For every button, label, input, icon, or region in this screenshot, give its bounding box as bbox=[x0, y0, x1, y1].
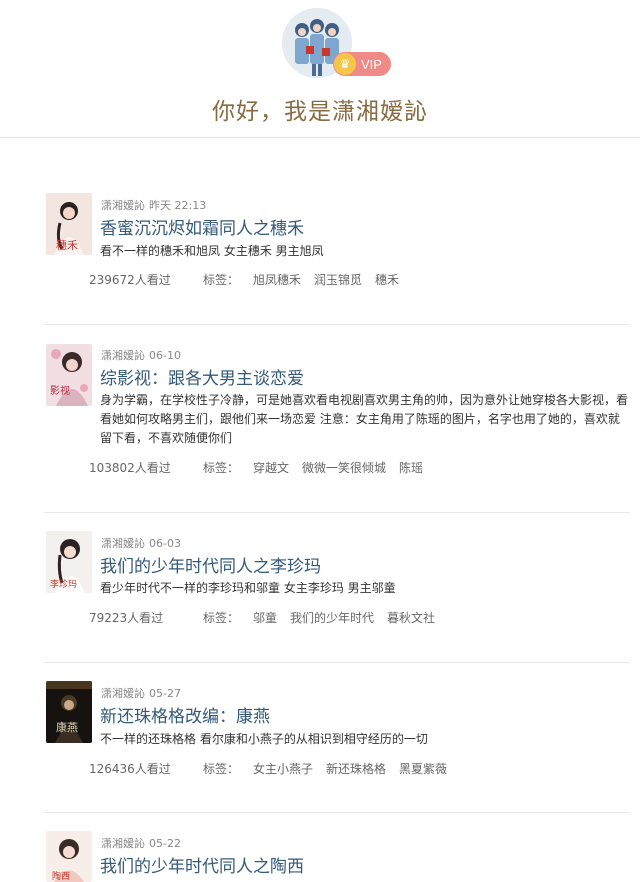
author-name[interactable]: 潇湘嫒訫 bbox=[101, 837, 145, 850]
tag[interactable]: 穿越文 bbox=[253, 459, 289, 476]
post-cover[interactable]: 影视 bbox=[46, 344, 92, 406]
tags-label: 标签： bbox=[203, 273, 240, 287]
tags-label: 标签： bbox=[203, 461, 240, 475]
post-meta: 潇湘嫒訫 06-03 bbox=[101, 535, 181, 551]
post-title[interactable]: 我们的少年时代同人之李珍玛 bbox=[100, 552, 321, 577]
author-name[interactable]: 潇湘嫒訫 bbox=[101, 349, 145, 362]
post-time: 05-27 bbox=[149, 687, 181, 700]
cover-title: 穗禾 bbox=[56, 239, 78, 252]
post-time: 05-22 bbox=[149, 837, 181, 850]
author-name[interactable]: 潇湘嫒訫 bbox=[101, 687, 145, 700]
cover-title: 李珍玛 bbox=[50, 578, 77, 590]
tag[interactable]: 微微一笑很倾城 bbox=[302, 459, 386, 476]
post-cover[interactable]: 穗禾 bbox=[46, 193, 92, 255]
view-count: 126436人看过 bbox=[89, 762, 171, 776]
post-meta: 潇湘嫒訫 05-27 bbox=[101, 685, 181, 701]
tag[interactable]: 旭凤穗禾 bbox=[253, 271, 301, 288]
tag[interactable]: 暮秋文社 bbox=[387, 609, 435, 626]
tag[interactable]: 黑夏紫薇 bbox=[399, 760, 447, 777]
vip-label: VIP bbox=[361, 56, 382, 72]
post-item[interactable]: 康燕 潇湘嫒訫 05-27 新还珠格格改编：康燕 不一样的还珠格格 看尔康和小燕子… bbox=[0, 663, 640, 813]
crown-icon: ♛ bbox=[334, 53, 356, 75]
profile-header: ♛ VIP 你好，我是潇湘嫒訫 bbox=[0, 0, 640, 138]
tags-label: 标签： bbox=[203, 611, 240, 625]
post-cover[interactable]: 康燕 bbox=[46, 681, 92, 743]
post-meta: 潇湘嫒訫 06-10 bbox=[101, 347, 181, 363]
post-title[interactable]: 我们的少年时代同人之陶西 bbox=[100, 852, 304, 877]
view-count: 79223人看过 bbox=[89, 611, 164, 625]
cover-title: 陶西 bbox=[52, 870, 70, 882]
post-item[interactable]: 陶西 潇湘嫒訫 05-22 我们的少年时代同人之陶西 bbox=[0, 813, 640, 882]
greeting-title: 你好，我是潇湘嫒訫 bbox=[212, 99, 428, 125]
tag[interactable]: 润玉锦觅 bbox=[314, 271, 362, 288]
vip-badge: ♛ VIP bbox=[333, 52, 391, 76]
post-description: 看少年时代不一样的李珍玛和邬童 女主李珍玛 男主邬童 bbox=[100, 581, 396, 595]
post-stats: 239672人看过 标签： 旭凤穗禾 润玉锦觅 穗禾 bbox=[89, 271, 412, 288]
cover-title: 康燕 bbox=[56, 720, 78, 734]
author-name[interactable]: 潇湘嫒訫 bbox=[101, 199, 145, 212]
post-description: 不一样的还珠格格 看尔康和小燕子的从相识到相守经历的一切 bbox=[100, 732, 428, 746]
tag[interactable]: 陈瑶 bbox=[399, 459, 423, 476]
tag[interactable]: 穗禾 bbox=[375, 271, 399, 288]
post-stats: 103802人看过 标签： 穿越文 微微一笑很倾城 陈瑶 bbox=[89, 459, 436, 476]
cover-title: 影视 bbox=[50, 384, 70, 397]
post-title[interactable]: 香蜜沉沉烬如霜同人之穗禾 bbox=[100, 214, 304, 239]
post-time: 昨天 22:13 bbox=[149, 199, 207, 212]
post-title[interactable]: 新还珠格格改编：康燕 bbox=[100, 702, 270, 727]
post-description: 看不一样的穗禾和旭凤 女主穗禾 男主旭凤 bbox=[100, 244, 324, 258]
view-count: 103802人看过 bbox=[89, 461, 171, 475]
tag[interactable]: 新还珠格格 bbox=[326, 760, 386, 777]
post-item[interactable]: 影视 潇湘嫒訫 06-10 综影视：跟各大男主谈恋爱 身为学霸，在学校性子冷静，可… bbox=[0, 325, 640, 513]
tag[interactable]: 邬童 bbox=[253, 609, 277, 626]
post-cover[interactable]: 李珍玛 bbox=[46, 531, 92, 593]
post-time: 06-10 bbox=[149, 349, 181, 362]
post-stats: 79223人看过 标签： 邬童 我们的少年时代 暮秋文社 bbox=[89, 609, 448, 626]
post-description: 身为学霸，在学校性子冷静，可是她喜欢看电视剧喜欢男主角的帅，因为意外让她穿梭各大… bbox=[100, 393, 629, 445]
post-item[interactable]: 穗禾 潇湘嫒訫 昨天 22:13 香蜜沉沉烬如霜同人之穗禾 看不一样的穗禾和旭凤 … bbox=[0, 138, 640, 325]
post-item[interactable]: 李珍玛 潇湘嫒訫 06-03 我们的少年时代同人之李珍玛 看少年时代不一样的李珍玛… bbox=[0, 513, 640, 663]
tag[interactable]: 我们的少年时代 bbox=[290, 609, 374, 626]
post-cover[interactable]: 陶西 bbox=[46, 831, 92, 882]
author-name[interactable]: 潇湘嫒訫 bbox=[101, 537, 145, 550]
post-time: 06-03 bbox=[149, 537, 181, 550]
tag[interactable]: 女主小燕子 bbox=[253, 760, 313, 777]
tags-label: 标签： bbox=[203, 762, 240, 776]
post-meta: 潇湘嫒訫 昨天 22:13 bbox=[101, 197, 206, 213]
post-meta: 潇湘嫒訫 05-22 bbox=[101, 835, 181, 851]
view-count: 239672人看过 bbox=[89, 273, 171, 287]
post-stats: 126436人看过 标签： 女主小燕子 新还珠格格 黑夏紫薇 bbox=[89, 760, 460, 777]
post-title[interactable]: 综影视：跟各大男主谈恋爱 bbox=[100, 364, 304, 389]
